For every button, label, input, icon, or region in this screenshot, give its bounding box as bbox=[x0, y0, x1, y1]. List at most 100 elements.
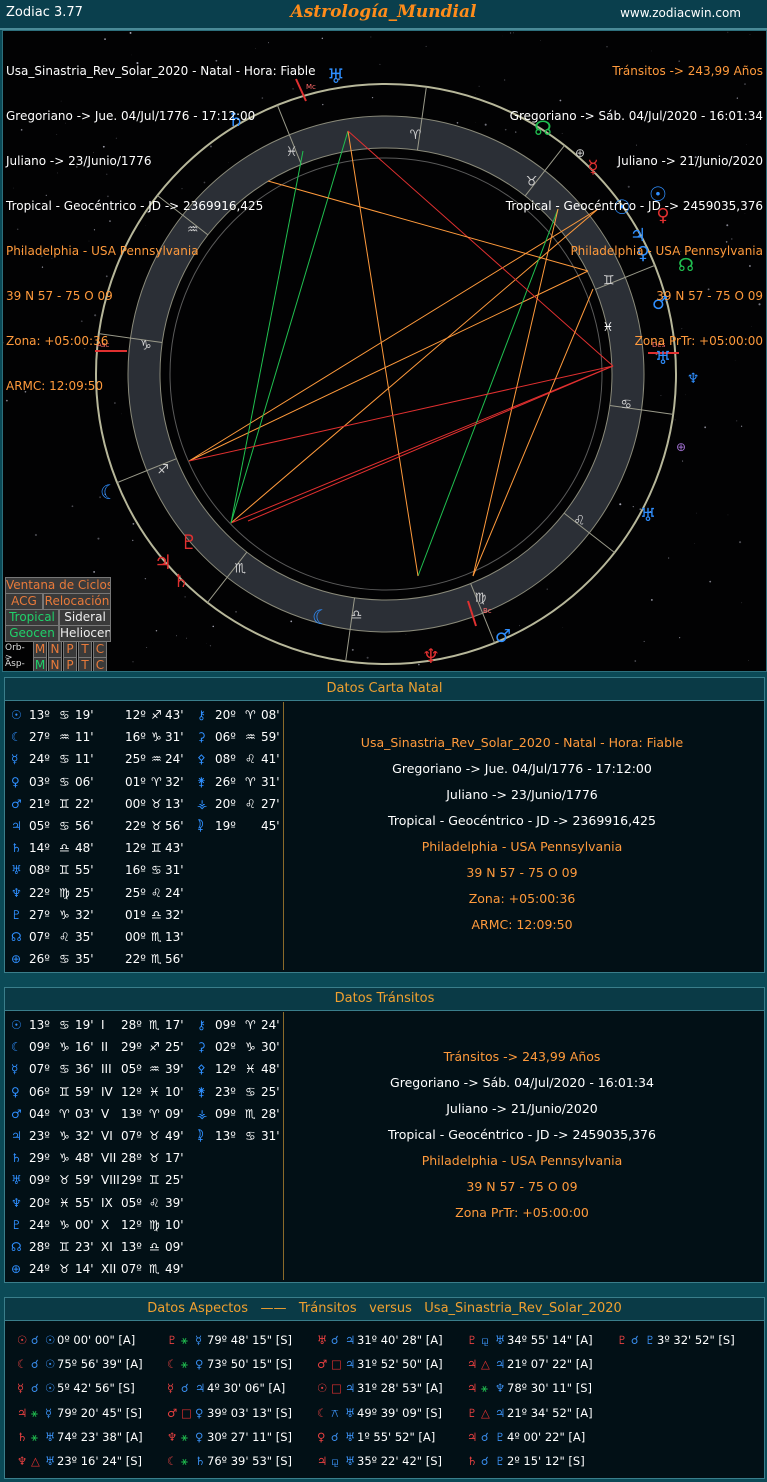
position-row: ⊕ 24º ♉ 14' XII 07º ♏ 49' bbox=[9, 1258, 283, 1280]
tropical-button[interactable]: Tropical bbox=[5, 609, 59, 626]
degree-value: 24º bbox=[29, 1262, 50, 1277]
planet-glyph: ♅ bbox=[45, 1453, 56, 1468]
star-dot bbox=[144, 578, 147, 580]
minute-value: 32' bbox=[165, 774, 184, 789]
natal-header-line: ARMC: 12:09:50 bbox=[6, 379, 104, 393]
degree-value: 21º bbox=[29, 796, 50, 811]
planet-glyph: ♂ bbox=[167, 1405, 178, 1420]
planet-glyph: ☊ bbox=[11, 929, 22, 944]
position-row: ♄ 14º ♎ 48' 12º ♊ 43' bbox=[9, 837, 283, 859]
aspect-value: 0º 00' 00" [A] bbox=[57, 1333, 136, 1347]
natal-info: Usa_Sinastria_Rev_Solar_2020 - Natal - H… bbox=[285, 730, 759, 938]
orb-m-button[interactable]: M bbox=[33, 641, 47, 658]
star-dot bbox=[175, 635, 178, 637]
asp-c-button[interactable]: C bbox=[93, 657, 107, 671]
minute-value: 24' bbox=[261, 1018, 280, 1032]
planet-glyph: ♆ bbox=[11, 885, 22, 900]
planet-glyph: ♄ bbox=[17, 1429, 28, 1444]
degree-value: 16º bbox=[125, 863, 146, 878]
ventana-ciclos-button[interactable]: Ventana de Ciclos bbox=[5, 577, 111, 594]
star-dot bbox=[709, 580, 712, 583]
asp-t-button[interactable]: T bbox=[78, 657, 92, 671]
degree-value: 05º bbox=[29, 818, 50, 833]
position-row: ♂ 21º ♊ 22' 00º ♉ 13' ⚶ 20º ♌ 27' bbox=[9, 793, 283, 815]
minute-value: 10' bbox=[165, 1084, 184, 1099]
asp-n-button[interactable]: N bbox=[48, 657, 62, 671]
sign-glyph: ♏ bbox=[245, 1106, 256, 1121]
degree-value: 07º bbox=[121, 1262, 142, 1277]
star-dot bbox=[322, 103, 324, 106]
position-row: ☿ 24º ♋ 11' 25º ♒ 24' ⚴ 08º ♌ 41' bbox=[9, 748, 283, 770]
minute-value: 32' bbox=[75, 907, 94, 922]
star-dot bbox=[650, 598, 653, 601]
aspect-value: 75º 56' 39" [A] bbox=[57, 1357, 143, 1372]
transit-header-line: Gregoriano -> Sáb. 04/Jul/2020 - 16:01:3… bbox=[509, 109, 763, 123]
star-dot bbox=[212, 625, 215, 628]
sign-glyph: ♋ bbox=[59, 818, 70, 833]
aspect-glyph: ⚻ bbox=[331, 1405, 339, 1420]
geocen-button[interactable]: Geocen bbox=[5, 625, 59, 642]
degree-value: 08º bbox=[215, 752, 236, 767]
info-line: Usa_Sinastria_Rev_Solar_2020 - Natal - H… bbox=[360, 735, 684, 750]
planet-glyph: ♆ bbox=[17, 1453, 28, 1468]
minute-value: 45' bbox=[261, 818, 280, 833]
relocacion-button[interactable]: Relocación bbox=[43, 593, 111, 610]
aspects-panel: Datos Aspectos —— Tránsitos versus Usa_S… bbox=[4, 1297, 765, 1479]
star-dot bbox=[146, 647, 148, 649]
planet-glyph: ♃ bbox=[195, 1381, 206, 1396]
star-dot bbox=[366, 656, 369, 659]
degree-value: 16º bbox=[125, 730, 146, 745]
star-dot bbox=[634, 660, 637, 662]
asp-m-button[interactable]: M bbox=[33, 657, 47, 671]
degree-value: 28º bbox=[121, 1151, 142, 1166]
heliocen-button[interactable]: Heliocen bbox=[59, 625, 111, 642]
sign-glyph: ♓ bbox=[149, 1084, 160, 1099]
degree-value: 09º bbox=[215, 1106, 236, 1121]
degree-value: 25º bbox=[125, 752, 146, 767]
natal-header-line: Gregoriano -> Jue. 04/Jul/1776 - 17:12:0… bbox=[6, 109, 256, 123]
sign-glyph: ♊ bbox=[149, 1173, 160, 1188]
planet-glyph: ♆ bbox=[422, 644, 440, 668]
website-link[interactable]: www.zodiacwin.com bbox=[620, 6, 741, 20]
sign-glyph: ♌ bbox=[245, 752, 256, 767]
orb-t-button[interactable]: T bbox=[78, 641, 92, 658]
aspect-glyph: ☌ bbox=[631, 1333, 639, 1347]
planet-glyph: ☉ bbox=[45, 1357, 56, 1372]
minute-value: 09' bbox=[165, 1106, 184, 1121]
minute-value: 00' bbox=[75, 1217, 94, 1232]
aspect-value: 76º 39' 53" [S] bbox=[207, 1453, 293, 1468]
star-dot bbox=[679, 637, 681, 639]
aspect-row: ☿ ☌ ☉ 5º 42' 56" [S] ☿ ☌ ♃ 4º 30' 06" [A] ☉ □ ♃ 31º… bbox=[13, 1376, 758, 1400]
asp-p-button[interactable]: P bbox=[63, 657, 77, 671]
sign-glyph: ♑ bbox=[59, 1040, 70, 1055]
acg-button[interactable]: ACG bbox=[5, 593, 43, 610]
minute-value: 25' bbox=[165, 1040, 184, 1055]
planet-glyph: ♃ bbox=[154, 550, 172, 574]
minute-value: 13' bbox=[165, 796, 184, 811]
sideral-button[interactable]: Sideral bbox=[59, 609, 111, 626]
sign-glyph: ♊ bbox=[151, 841, 162, 856]
planet-glyph: ♅ bbox=[45, 1429, 56, 1444]
position-row: ☉ 13º ♋ 19' I 28º ♏ 17' ⚷ 09º ♈ 24' bbox=[9, 1014, 283, 1036]
zodiac-sign-glyph: ♋ bbox=[620, 397, 632, 412]
orb-n-button[interactable]: N bbox=[48, 641, 62, 658]
star-dot bbox=[132, 539, 134, 542]
house-divider bbox=[641, 409, 674, 415]
info-line: Philadelphia - USA Pennsylvania bbox=[421, 1153, 623, 1168]
aspect-value: 74º 23' 38" [A] bbox=[57, 1429, 143, 1444]
planet-glyph: ♄ bbox=[195, 1453, 206, 1468]
asteroid-glyph: ⚷ bbox=[197, 708, 206, 722]
info-line: Philadelphia - USA Pennsylvania bbox=[421, 839, 623, 854]
info-line: Tropical - Geocéntrico - JD -> 2369916,4… bbox=[388, 813, 656, 828]
house-numeral: VI bbox=[101, 1128, 113, 1143]
chart-wheel-area[interactable]: ♋ ♊ ♉ ♈ ♓ ♒ ♑ ♐ ♏ ♎ ♍ ♌ Mc Asc Des Bc ♅ ♄ ☊ ⊕ ☿ ☉ ☉ ♀ ♃ ♀ ☊ ♂ ♅ ♆ ⊕ ♅ ☾ ♇… bbox=[2, 30, 767, 672]
minute-value: 08' bbox=[261, 708, 280, 722]
zodiac-sign-glyph: ♐ bbox=[157, 463, 169, 478]
orb-p-button[interactable]: P bbox=[63, 641, 77, 658]
aspect-value: 4º 00' 22" [A] bbox=[507, 1429, 586, 1444]
planet-glyph: ♃ bbox=[317, 1453, 328, 1468]
minute-value: 03' bbox=[75, 1106, 94, 1121]
orb-c-button[interactable]: C bbox=[93, 641, 107, 658]
degree-value: 07º bbox=[29, 929, 50, 944]
position-row: ☾ 09º ♑ 16' II 29º ♐ 25' ⚳ 02º ♑ 30' bbox=[9, 1036, 283, 1058]
